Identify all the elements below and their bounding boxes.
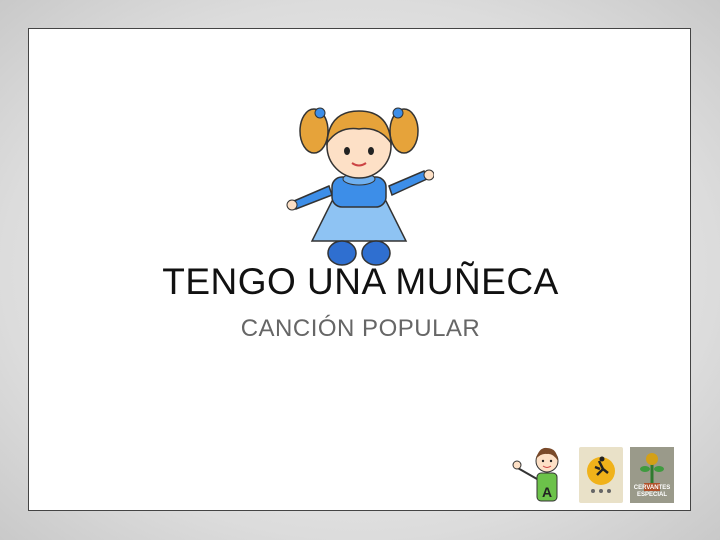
slide: TENGO UNA MUÑECA CANCIÓN POPULAR A CERVA…	[28, 28, 691, 511]
slide-title: TENGO UNA MUÑECA	[162, 261, 559, 302]
girl-with-letter-a-icon: A	[512, 447, 559, 502]
doll-illustration	[286, 107, 434, 266]
school-logo-badge: CERVANTES ESPECIAL	[630, 447, 674, 503]
slide-subtitle: CANCIÓN POPULAR	[240, 315, 481, 342]
school-caption: CERVANTES ESPECIAL	[633, 485, 671, 498]
center-logo-badge	[579, 447, 623, 503]
letter-a-badge: A	[542, 484, 552, 500]
runner-icon	[587, 456, 615, 493]
